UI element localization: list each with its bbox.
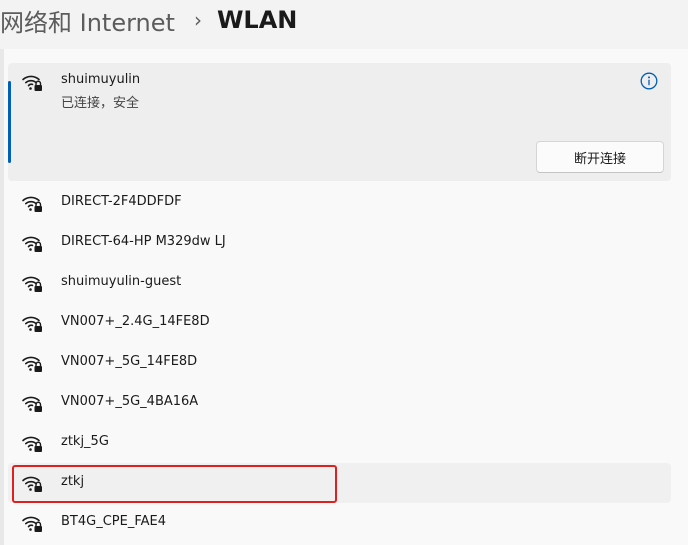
network-item[interactable]: VN007+_5G_14FE8D — [8, 343, 671, 383]
network-name: DIRECT-64-HP M329dw LJ — [61, 234, 226, 249]
network-item[interactable]: DIRECT-64-HP M329dw LJ — [8, 223, 671, 263]
annotation-highlight-box — [12, 465, 337, 503]
panel-divider — [0, 49, 4, 545]
network-name: DIRECT-2F4DDFDF — [61, 194, 182, 209]
breadcrumb-parent-link[interactable]: 网络和 Internet — [0, 3, 175, 38]
connected-network-card[interactable]: shuimuyulin 已连接，安全 断开连接 — [8, 63, 671, 181]
wifi-locked-icon — [21, 233, 43, 253]
network-name: ztkj_5G — [61, 434, 109, 449]
network-name: shuimuyulin-guest — [61, 274, 182, 289]
network-item[interactable]: VN007+_5G_4BA16A — [8, 383, 671, 423]
network-name: VN007+_2.4G_14FE8D — [61, 314, 210, 329]
network-item[interactable]: shuimuyulin-guest — [8, 263, 671, 303]
chevron-right-icon: › — [193, 8, 202, 32]
wifi-locked-icon — [21, 513, 43, 533]
network-item[interactable]: BT4G_CPE_FAE4 — [8, 503, 671, 543]
wifi-locked-icon — [21, 313, 43, 333]
network-name: VN007+_5G_4BA16A — [61, 394, 199, 409]
selection-indicator — [8, 81, 11, 163]
network-item[interactable]: ztkj_5G — [8, 423, 671, 463]
breadcrumb: 网络和 Internet › WLAN — [0, 2, 297, 38]
wifi-locked-icon — [21, 353, 43, 373]
info-icon[interactable] — [640, 72, 658, 90]
network-item[interactable]: VN007+_2.4G_14FE8D — [8, 303, 671, 343]
page-title: WLAN — [216, 6, 298, 34]
network-name: VN007+_5G_14FE8D — [61, 354, 198, 369]
connected-network-name: shuimuyulin — [61, 72, 141, 87]
wifi-locked-icon — [21, 193, 43, 213]
wifi-locked-icon — [21, 433, 43, 453]
disconnect-button[interactable]: 断开连接 — [536, 141, 664, 173]
wifi-locked-icon — [21, 273, 43, 293]
wifi-locked-icon — [21, 393, 43, 413]
connection-status: 已连接，安全 — [61, 96, 140, 111]
wifi-locked-icon — [21, 72, 43, 92]
network-name: BT4G_CPE_FAE4 — [61, 514, 166, 529]
network-item[interactable]: DIRECT-2F4DDFDF — [8, 183, 671, 223]
